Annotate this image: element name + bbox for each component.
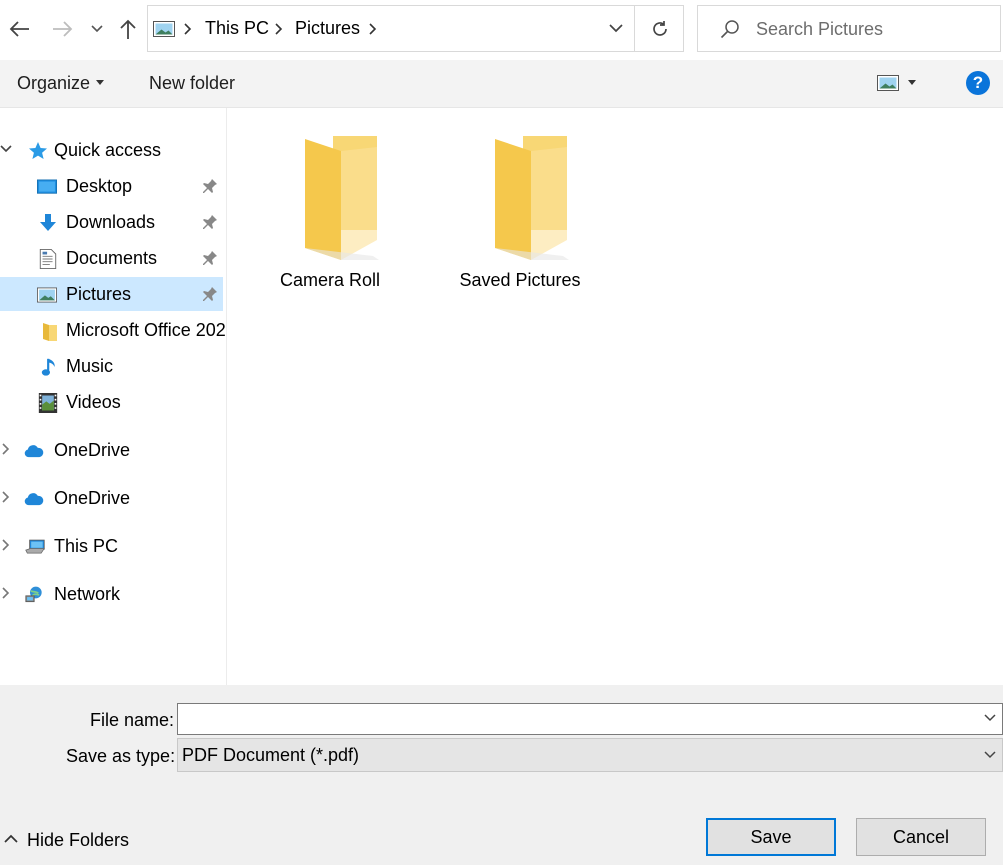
forward-button[interactable] — [48, 12, 78, 46]
pin-icon[interactable] — [202, 214, 218, 230]
chevron-down-icon[interactable] — [984, 714, 996, 722]
back-arrow-icon — [9, 21, 29, 37]
breadcrumb-pictures[interactable]: Pictures — [295, 18, 360, 39]
nav-item-onedrive-2[interactable]: OneDrive — [0, 481, 223, 515]
caret-down-icon — [908, 80, 916, 85]
nav-item-downloads[interactable]: Downloads — [0, 205, 223, 239]
search-input[interactable] — [756, 16, 992, 42]
chevron-down-icon — [91, 25, 103, 33]
nav-item-pictures[interactable]: Pictures — [0, 277, 223, 311]
nav-item-music[interactable]: Music — [0, 349, 223, 383]
save-button[interactable]: Save — [706, 818, 836, 856]
nav-item-microsoft-office[interactable]: Microsoft Office 2021 — [0, 313, 226, 347]
save-form: File name: Save as type: PDF Document (*… — [0, 685, 1003, 865]
address-bar[interactable]: This PC Pictures — [147, 5, 684, 52]
pictures-view-icon — [877, 75, 899, 91]
folder-label: Camera Roll — [279, 270, 381, 290]
address-row: This PC Pictures — [0, 0, 1003, 60]
chevron-right-icon[interactable] — [0, 443, 12, 455]
nav-item-this-pc[interactable]: This PC — [0, 529, 223, 563]
nav-quick-access[interactable]: Quick access — [0, 133, 223, 167]
documents-icon — [39, 249, 57, 269]
refresh-icon — [652, 20, 667, 36]
refresh-button[interactable] — [634, 6, 684, 51]
onedrive-icon — [24, 445, 44, 458]
file-name-label: File name: — [90, 710, 175, 730]
folder-item-camera-roll[interactable]: Camera Roll — [260, 112, 400, 292]
save-type-select[interactable]: PDF Document (*.pdf) — [177, 738, 1003, 772]
chevron-right-icon[interactable] — [0, 491, 12, 503]
nav-item-documents[interactable]: Documents — [0, 241, 223, 275]
up-arrow-icon — [120, 19, 136, 39]
help-button[interactable]: ? — [966, 71, 990, 95]
chevron-down-icon[interactable] — [0, 143, 12, 155]
folder-icon — [305, 136, 379, 260]
address-dropdown-button[interactable] — [598, 6, 634, 51]
chevron-down-icon — [984, 751, 996, 759]
nav-label: Music — [66, 356, 114, 376]
caret-down-icon — [96, 80, 105, 86]
pictures-icon — [153, 21, 175, 37]
folder-icon — [43, 323, 57, 341]
organize-button[interactable]: Organize — [17, 73, 105, 94]
chevron-right-icon[interactable] — [0, 539, 12, 551]
up-button[interactable] — [113, 12, 143, 46]
pin-icon[interactable] — [202, 250, 218, 266]
file-name-input[interactable] — [182, 708, 972, 730]
breadcrumb-this-pc[interactable]: This PC — [205, 18, 269, 39]
chevron-right-icon — [184, 23, 192, 35]
nav-item-videos[interactable]: Videos — [0, 385, 223, 419]
nav-label: Quick access — [54, 140, 162, 160]
nav-label: Pictures — [66, 284, 132, 304]
change-view-button[interactable] — [877, 73, 927, 97]
back-button[interactable] — [4, 12, 34, 46]
nav-item-onedrive[interactable]: OneDrive — [0, 433, 223, 467]
search-icon — [720, 20, 739, 39]
file-name-combobox[interactable] — [177, 703, 1003, 735]
network-icon — [25, 586, 42, 603]
organize-label: Organize — [17, 73, 91, 93]
nav-label: OneDrive — [54, 440, 131, 460]
recent-locations-button[interactable] — [84, 12, 110, 46]
navigation-pane: Quick access Desktop Downloads Documents… — [0, 108, 227, 685]
pin-icon[interactable] — [202, 286, 218, 302]
nav-label: This PC — [54, 536, 119, 556]
search-box[interactable] — [697, 5, 1001, 52]
desktop-icon — [37, 179, 57, 194]
save-type-label: Save as type: — [66, 746, 176, 766]
pin-icon[interactable] — [202, 178, 218, 194]
star-icon — [29, 142, 47, 159]
chevron-right-icon[interactable] — [369, 23, 377, 35]
nav-item-network[interactable]: Network — [0, 577, 223, 611]
new-folder-button[interactable]: New folder — [149, 73, 235, 94]
hide-folders-label: Hide Folders — [27, 830, 130, 850]
save-type-value: PDF Document (*.pdf) — [182, 745, 360, 765]
downloads-icon — [40, 214, 56, 231]
nav-label: Downloads — [66, 212, 156, 232]
nav-label: Documents — [66, 248, 158, 268]
nav-item-desktop[interactable]: Desktop — [0, 169, 223, 203]
folder-label: Saved Pictures — [459, 270, 581, 290]
nav-label: Network — [54, 584, 121, 604]
folder-icon — [495, 136, 569, 260]
chevron-right-icon[interactable] — [275, 23, 283, 35]
forward-arrow-icon — [53, 21, 73, 37]
pictures-icon — [37, 287, 57, 303]
nav-label: Microsoft Office 2021 — [66, 320, 227, 340]
nav-label: Videos — [66, 392, 121, 412]
folder-item-saved-pictures[interactable]: Saved Pictures — [450, 112, 590, 292]
command-bar: Organize New folder ? — [0, 60, 1003, 108]
onedrive-icon — [24, 493, 44, 506]
chevron-up-icon — [4, 834, 18, 843]
nav-label: OneDrive — [54, 488, 131, 508]
chevron-down-icon — [609, 24, 623, 33]
chevron-right-icon[interactable] — [0, 587, 12, 599]
music-icon — [41, 358, 55, 376]
videos-icon — [38, 393, 58, 413]
cancel-button[interactable]: Cancel — [856, 818, 986, 856]
nav-label: Desktop — [66, 176, 133, 196]
file-list: Camera Roll Saved Pictures — [228, 108, 1003, 685]
this-pc-icon — [25, 539, 45, 554]
